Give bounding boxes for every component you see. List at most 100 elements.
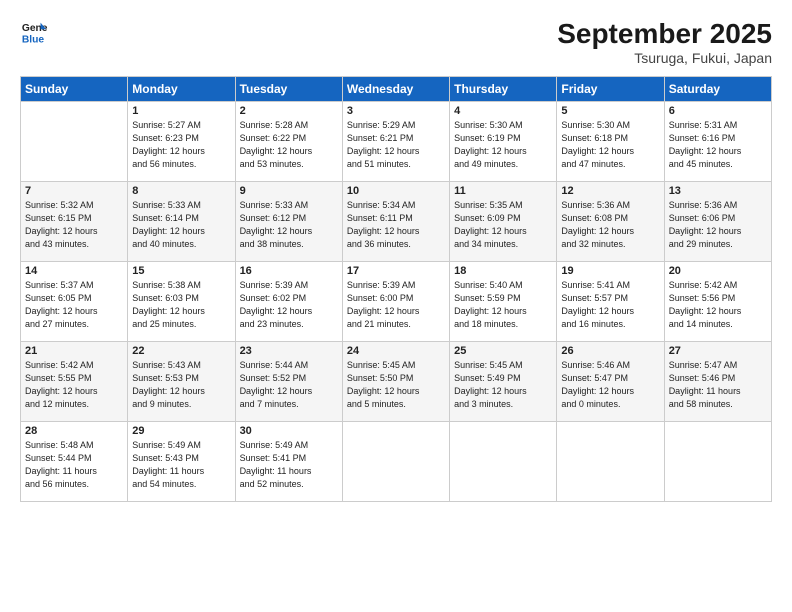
week-row-3: 14Sunrise: 5:37 AM Sunset: 6:05 PM Dayli… <box>21 262 772 342</box>
calendar-cell: 5 Sunrise: 5:30 AM Sunset: 6:18 PM Daylig… <box>557 102 664 182</box>
calendar-cell: 30 Sunrise: 5:49 AM Sunset: 5:41 PM Dayli… <box>235 422 342 502</box>
cell-content: Sunrise: 5:43 AM Sunset: 5:53 PM Dayligh… <box>132 359 230 411</box>
calendar-cell: 24 Sunrise: 5:45 AM Sunset: 5:50 PM Dayli… <box>342 342 449 422</box>
col-header-sunday: Sunday <box>21 77 128 102</box>
day-number: 29 <box>132 425 230 437</box>
calendar-cell <box>342 422 449 502</box>
calendar-cell: 26 Sunrise: 5:46 AM Sunset: 5:47 PM Dayli… <box>557 342 664 422</box>
cell-content: Sunrise: 5:36 AM Sunset: 6:06 PM Dayligh… <box>669 199 767 251</box>
calendar-cell: 14Sunrise: 5:37 AM Sunset: 6:05 PM Dayli… <box>21 262 128 342</box>
calendar-cell: 4 Sunrise: 5:30 AM Sunset: 6:19 PM Daylig… <box>450 102 557 182</box>
cell-content: Sunrise: 5:32 AM Sunset: 6:15 PM Dayligh… <box>25 199 123 251</box>
day-number: 12 <box>561 185 659 197</box>
day-number: 14 <box>25 265 123 277</box>
day-number: 16 <box>240 265 338 277</box>
day-number: 7 <box>25 185 123 197</box>
day-number: 13 <box>669 185 767 197</box>
cell-content: Sunrise: 5:45 AM Sunset: 5:50 PM Dayligh… <box>347 359 445 411</box>
cell-content: Sunrise: 5:30 AM Sunset: 6:19 PM Dayligh… <box>454 119 552 171</box>
cell-content: Sunrise: 5:27 AM Sunset: 6:23 PM Dayligh… <box>132 119 230 171</box>
cell-content: Sunrise: 5:30 AM Sunset: 6:18 PM Dayligh… <box>561 119 659 171</box>
day-number: 20 <box>669 265 767 277</box>
day-number: 1 <box>132 105 230 117</box>
calendar-cell <box>450 422 557 502</box>
day-number: 10 <box>347 185 445 197</box>
day-number: 3 <box>347 105 445 117</box>
cell-content: Sunrise: 5:47 AM Sunset: 5:46 PM Dayligh… <box>669 359 767 411</box>
day-number: 24 <box>347 345 445 357</box>
cell-content: Sunrise: 5:31 AM Sunset: 6:16 PM Dayligh… <box>669 119 767 171</box>
calendar-cell: 22 Sunrise: 5:43 AM Sunset: 5:53 PM Dayli… <box>128 342 235 422</box>
day-number: 2 <box>240 105 338 117</box>
cell-content: Sunrise: 5:33 AM Sunset: 6:12 PM Dayligh… <box>240 199 338 251</box>
cell-content: Sunrise: 5:28 AM Sunset: 6:22 PM Dayligh… <box>240 119 338 171</box>
svg-text:Blue: Blue <box>22 34 45 45</box>
day-number: 30 <box>240 425 338 437</box>
calendar-cell: 27 Sunrise: 5:47 AM Sunset: 5:46 PM Dayli… <box>664 342 771 422</box>
day-number: 21 <box>25 345 123 357</box>
calendar-cell: 15 Sunrise: 5:38 AM Sunset: 6:03 PM Dayli… <box>128 262 235 342</box>
month-title: September 2025 <box>557 18 772 50</box>
cell-content: Sunrise: 5:49 AM Sunset: 5:43 PM Dayligh… <box>132 439 230 491</box>
day-number: 23 <box>240 345 338 357</box>
logo-icon: General Blue <box>20 18 48 46</box>
logo: General Blue <box>20 18 48 46</box>
calendar-cell: 16Sunrise: 5:39 AM Sunset: 6:02 PM Dayli… <box>235 262 342 342</box>
calendar-cell: 10 Sunrise: 5:34 AM Sunset: 6:11 PM Dayli… <box>342 182 449 262</box>
day-number: 15 <box>132 265 230 277</box>
calendar-cell: 23Sunrise: 5:44 AM Sunset: 5:52 PM Dayli… <box>235 342 342 422</box>
cell-content: Sunrise: 5:46 AM Sunset: 5:47 PM Dayligh… <box>561 359 659 411</box>
calendar-cell: 17 Sunrise: 5:39 AM Sunset: 6:00 PM Dayli… <box>342 262 449 342</box>
day-number: 26 <box>561 345 659 357</box>
cell-content: Sunrise: 5:48 AM Sunset: 5:44 PM Dayligh… <box>25 439 123 491</box>
day-number: 4 <box>454 105 552 117</box>
cell-content: Sunrise: 5:33 AM Sunset: 6:14 PM Dayligh… <box>132 199 230 251</box>
title-area: September 2025 Tsuruga, Fukui, Japan <box>557 18 772 66</box>
calendar-table: SundayMondayTuesdayWednesdayThursdayFrid… <box>20 76 772 502</box>
col-header-friday: Friday <box>557 77 664 102</box>
location-subtitle: Tsuruga, Fukui, Japan <box>557 50 772 66</box>
cell-content: Sunrise: 5:42 AM Sunset: 5:56 PM Dayligh… <box>669 279 767 331</box>
cell-content: Sunrise: 5:42 AM Sunset: 5:55 PM Dayligh… <box>25 359 123 411</box>
calendar-cell: 3Sunrise: 5:29 AM Sunset: 6:21 PM Daylig… <box>342 102 449 182</box>
calendar-cell: 21 Sunrise: 5:42 AM Sunset: 5:55 PM Dayli… <box>21 342 128 422</box>
calendar-cell <box>21 102 128 182</box>
day-number: 18 <box>454 265 552 277</box>
day-number: 9 <box>240 185 338 197</box>
calendar-cell: 11Sunrise: 5:35 AM Sunset: 6:09 PM Dayli… <box>450 182 557 262</box>
cell-content: Sunrise: 5:45 AM Sunset: 5:49 PM Dayligh… <box>454 359 552 411</box>
day-number: 19 <box>561 265 659 277</box>
day-number: 22 <box>132 345 230 357</box>
cell-content: Sunrise: 5:49 AM Sunset: 5:41 PM Dayligh… <box>240 439 338 491</box>
calendar-cell: 25 Sunrise: 5:45 AM Sunset: 5:49 PM Dayli… <box>450 342 557 422</box>
calendar-cell: 7 Sunrise: 5:32 AM Sunset: 6:15 PM Daylig… <box>21 182 128 262</box>
cell-content: Sunrise: 5:38 AM Sunset: 6:03 PM Dayligh… <box>132 279 230 331</box>
cell-content: Sunrise: 5:39 AM Sunset: 6:00 PM Dayligh… <box>347 279 445 331</box>
day-number: 11 <box>454 185 552 197</box>
cell-content: Sunrise: 5:41 AM Sunset: 5:57 PM Dayligh… <box>561 279 659 331</box>
header: General Blue September 2025 Tsuruga, Fuk… <box>20 18 772 66</box>
day-number: 8 <box>132 185 230 197</box>
calendar-cell: 28Sunrise: 5:48 AM Sunset: 5:44 PM Dayli… <box>21 422 128 502</box>
day-number: 27 <box>669 345 767 357</box>
col-header-monday: Monday <box>128 77 235 102</box>
calendar-cell: 19 Sunrise: 5:41 AM Sunset: 5:57 PM Dayli… <box>557 262 664 342</box>
col-header-wednesday: Wednesday <box>342 77 449 102</box>
calendar-cell: 8 Sunrise: 5:33 AM Sunset: 6:14 PM Daylig… <box>128 182 235 262</box>
header-row: SundayMondayTuesdayWednesdayThursdayFrid… <box>21 77 772 102</box>
calendar-cell: 1 Sunrise: 5:27 AM Sunset: 6:23 PM Daylig… <box>128 102 235 182</box>
col-header-tuesday: Tuesday <box>235 77 342 102</box>
calendar-cell: 18 Sunrise: 5:40 AM Sunset: 5:59 PM Dayli… <box>450 262 557 342</box>
cell-content: Sunrise: 5:34 AM Sunset: 6:11 PM Dayligh… <box>347 199 445 251</box>
calendar-cell: 12 Sunrise: 5:36 AM Sunset: 6:08 PM Dayli… <box>557 182 664 262</box>
day-number: 17 <box>347 265 445 277</box>
day-number: 5 <box>561 105 659 117</box>
day-number: 25 <box>454 345 552 357</box>
calendar-page: General Blue September 2025 Tsuruga, Fuk… <box>0 0 792 612</box>
cell-content: Sunrise: 5:40 AM Sunset: 5:59 PM Dayligh… <box>454 279 552 331</box>
col-header-thursday: Thursday <box>450 77 557 102</box>
calendar-cell <box>557 422 664 502</box>
calendar-cell: 13 Sunrise: 5:36 AM Sunset: 6:06 PM Dayli… <box>664 182 771 262</box>
week-row-2: 7 Sunrise: 5:32 AM Sunset: 6:15 PM Daylig… <box>21 182 772 262</box>
cell-content: Sunrise: 5:36 AM Sunset: 6:08 PM Dayligh… <box>561 199 659 251</box>
